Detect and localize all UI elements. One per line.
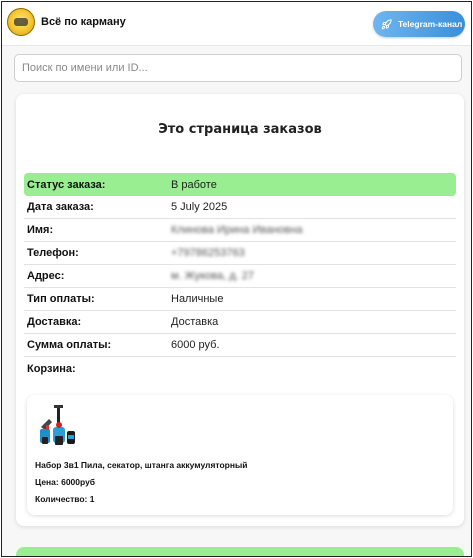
cart-product-card: Набор 3в1 Пила, секатор, штанга аккумуля… bbox=[27, 395, 453, 515]
address-label: Адрес: bbox=[27, 270, 65, 282]
cart-row: Корзина: bbox=[24, 357, 456, 380]
sum-value: 6000 руб. bbox=[171, 339, 220, 351]
name-label: Имя: bbox=[27, 224, 54, 236]
date-value: 5 July 2025 bbox=[171, 201, 228, 213]
brand-name[interactable]: Всё по карману bbox=[41, 16, 126, 28]
status-label: Статус заказа: bbox=[27, 178, 106, 191]
top-header: Всё по карману Telegram-канал bbox=[2, 2, 471, 46]
telegram-channel-label: Telegram-канал bbox=[398, 19, 463, 29]
name-row: Имя: Клинова Ирина Ивановна bbox=[24, 219, 456, 242]
search-input[interactable] bbox=[14, 54, 462, 82]
product-name: Набор 3в1 Пила, секатор, штанга аккумуля… bbox=[35, 460, 248, 470]
order-card: Это страница заказов Статус заказа: В ра… bbox=[16, 94, 464, 526]
delivery-value: Доставка bbox=[171, 316, 219, 328]
phone-row: Телефон: +79786253763 bbox=[24, 242, 456, 265]
phone-value: +79786253763 bbox=[171, 247, 245, 259]
sum-label: Сумма оплаты: bbox=[27, 339, 112, 351]
app-window: Всё по карману Telegram-канал Это страни… bbox=[1, 1, 472, 557]
date-label: Дата заказа: bbox=[27, 201, 94, 213]
name-value: Клинова Ирина Ивановна bbox=[171, 224, 303, 236]
sum-row: Сумма оплаты: 6000 руб. bbox=[24, 334, 456, 357]
address-row: Адрес: м. Жукова, д. 27 bbox=[24, 265, 456, 288]
product-quantity: Количество: 1 bbox=[35, 494, 95, 504]
status-value: В работе bbox=[171, 178, 217, 191]
order-details: Статус заказа: В работе Дата заказа: 5 J… bbox=[24, 173, 456, 380]
payment-value: Наличные bbox=[171, 293, 224, 305]
cart-label: Корзина: bbox=[27, 362, 76, 375]
status-row: Статус заказа: В работе bbox=[24, 173, 456, 196]
product-image bbox=[40, 405, 75, 445]
delivery-label: Доставка: bbox=[27, 316, 82, 328]
phone-label: Телефон: bbox=[27, 247, 79, 259]
payment-row: Тип оплаты: Наличные bbox=[24, 288, 456, 311]
delivery-row: Доставка: Доставка bbox=[24, 311, 456, 334]
date-row: Дата заказа: 5 July 2025 bbox=[24, 196, 456, 219]
next-order-card-edge bbox=[16, 547, 464, 556]
page-title: Это страница заказов bbox=[158, 122, 322, 137]
product-price: Цена: 6000руб bbox=[35, 477, 96, 487]
rocket-icon bbox=[381, 18, 392, 29]
brand-logo[interactable] bbox=[7, 8, 35, 36]
telegram-channel-button[interactable]: Telegram-канал bbox=[373, 11, 465, 37]
address-value: м. Жукова, д. 27 bbox=[171, 270, 254, 282]
payment-label: Тип оплаты: bbox=[27, 293, 95, 305]
